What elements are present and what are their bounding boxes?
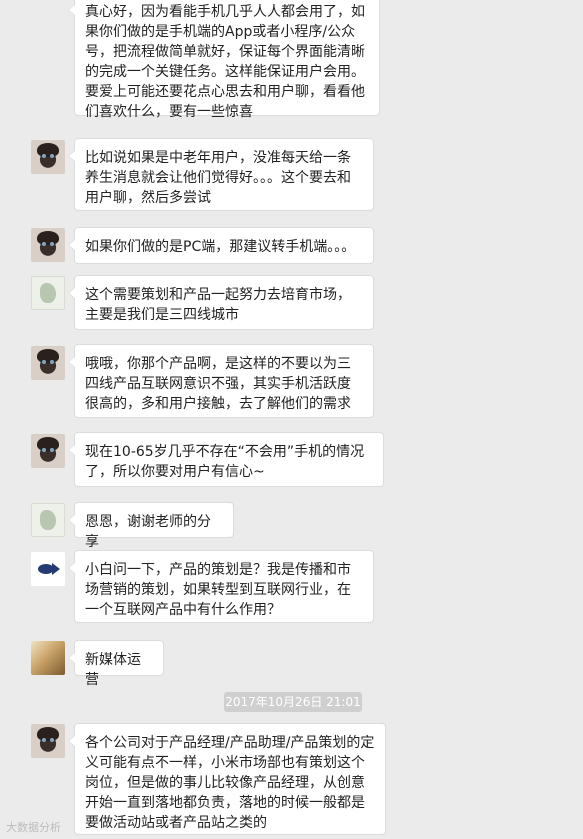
watermark: 大数据分析 <box>6 821 61 834</box>
message-bubble: 现在10-65岁几乎不存在“不会用”手机的情况了，所以你要对用户有信心~ <box>68 432 384 487</box>
message-bubble: 恩恩，谢谢老师的分享 <box>68 502 234 550</box>
avatar[interactable] <box>31 140 65 174</box>
message-bubble: 比如说如果是中老年用户，没准每天给一条养生消息就会让他们觉得好。。。这个要去和用… <box>68 138 374 211</box>
avatar[interactable] <box>31 276 65 310</box>
message-bubble: 各个公司对于产品经理/产品助理/产品策划的定义可能有点不一样，小米市场部也有策划… <box>68 723 386 835</box>
avatar[interactable] <box>31 503 65 537</box>
message-bubble: 如果你们做的是PC端，那建议转手机端。。。 <box>68 227 374 264</box>
message-bubble: 哦哦，你那个产品啊，是这样的不要以为三四线产品互联网意识不强，其实手机活跃度很高… <box>68 344 374 418</box>
avatar[interactable] <box>31 552 65 586</box>
message-bubble: 小白问一下，产品的策划是？我是传播和市场营销的策划，如果转型到互联网行业，在一个… <box>68 550 374 623</box>
chat-area[interactable]: 真心好，因为看能手机几乎人人都会用了，如果你们做的是手机端的App或者小程序/公… <box>0 0 583 839</box>
message-bubble: 新媒体运营 <box>68 640 164 688</box>
avatar[interactable] <box>31 641 65 675</box>
avatar[interactable] <box>31 228 65 262</box>
avatar[interactable] <box>31 434 65 468</box>
timestamp: 2017年10月26日 21:01 <box>224 692 362 712</box>
message-bubble: 这个需要策划和产品一起努力去培育市场，主要是我们是三四线城市 <box>68 275 374 330</box>
avatar[interactable] <box>31 724 65 758</box>
message-bubble: 真心好，因为看能手机几乎人人都会用了，如果你们做的是手机端的App或者小程序/公… <box>68 0 380 120</box>
avatar[interactable] <box>31 346 65 380</box>
